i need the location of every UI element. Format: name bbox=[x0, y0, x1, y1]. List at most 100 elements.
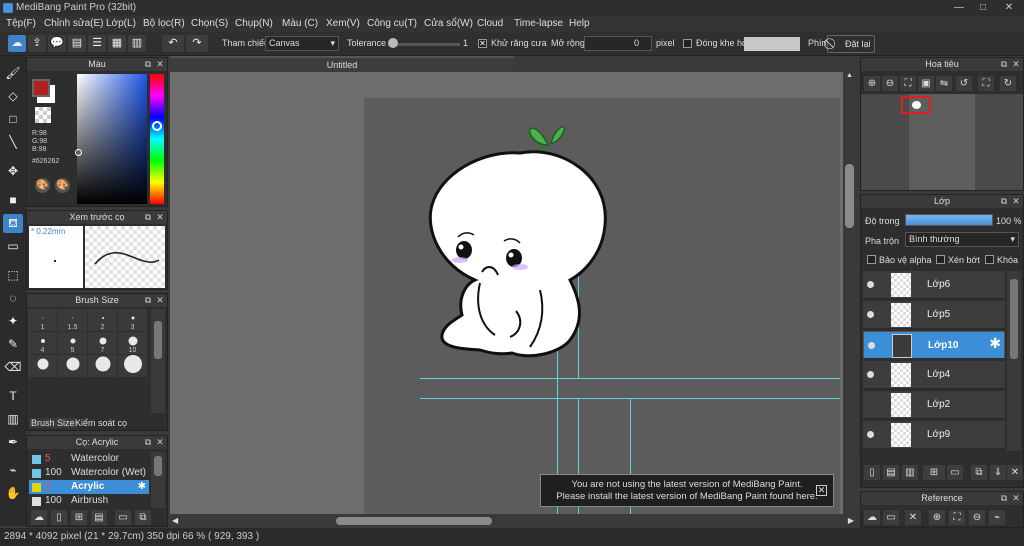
horizontal-scrollbar[interactable]: ◀ ▶ bbox=[170, 514, 856, 528]
move-tool-icon[interactable]: ✥ bbox=[3, 162, 23, 181]
close-icon[interactable]: ✕ bbox=[1011, 59, 1021, 69]
close-icon[interactable]: ✕ bbox=[1011, 196, 1021, 206]
cloud-icon[interactable]: ☁ bbox=[8, 35, 26, 52]
brush-item[interactable]: 100 Airbrush bbox=[29, 494, 151, 506]
brush-size-cell[interactable]: 10 bbox=[118, 332, 147, 354]
eyedropper-tool-icon[interactable]: ✒ bbox=[3, 433, 23, 452]
add-brush-icon[interactable]: ⊞ bbox=[71, 510, 87, 525]
rotate-right-icon[interactable]: ↻ bbox=[1000, 76, 1016, 91]
float-icon[interactable]: ⧉ bbox=[143, 212, 153, 222]
blend-mode-select[interactable]: Bình thường ▾ bbox=[905, 232, 1019, 247]
eraser-tool-icon[interactable]: ◇ bbox=[3, 87, 23, 106]
actual-size-icon[interactable]: ▣ bbox=[918, 76, 934, 91]
document-tab[interactable]: Untitled bbox=[170, 56, 514, 71]
new-halftone-layer-icon[interactable]: ▤ bbox=[883, 465, 899, 480]
brush-size-cell[interactable] bbox=[58, 355, 87, 377]
text-tool-icon[interactable]: T bbox=[3, 387, 23, 406]
grid-icon[interactable]: ▦ bbox=[108, 35, 126, 52]
tab-brush-size[interactable]: Brush Size bbox=[29, 418, 77, 428]
gradient-tool-icon[interactable]: ▭ bbox=[3, 237, 23, 256]
vertical-scroll-thumb[interactable] bbox=[845, 164, 854, 228]
redo-icon[interactable]: ↷ bbox=[186, 35, 208, 52]
menu-select[interactable]: Chọn(S) bbox=[191, 16, 228, 32]
zoom-in-icon[interactable]: ⊕ bbox=[929, 510, 945, 525]
close-icon[interactable]: ✕ bbox=[155, 295, 165, 305]
opacity-slider[interactable] bbox=[905, 214, 993, 226]
layer-row[interactable]: Lớp9 bbox=[863, 421, 1005, 449]
foreground-color-swatch[interactable] bbox=[32, 79, 50, 97]
reference-select[interactable]: Canvas ▾ bbox=[265, 36, 339, 51]
close-icon[interactable]: ✕ bbox=[816, 485, 827, 496]
layer-row[interactable]: Lớp4 bbox=[863, 361, 1005, 389]
menu-view[interactable]: Xem(V) bbox=[326, 16, 360, 32]
expand-input[interactable]: 0 bbox=[584, 36, 652, 51]
layer-row[interactable]: Lớp5 bbox=[863, 301, 1005, 329]
zoom-out-icon[interactable]: ⊖ bbox=[969, 510, 985, 525]
duplicate-icon[interactable]: ⧉ bbox=[971, 465, 987, 480]
brush-size-cell[interactable] bbox=[118, 354, 147, 377]
close-gap-input[interactable] bbox=[744, 37, 800, 51]
visibility-icon[interactable] bbox=[868, 342, 875, 349]
palette-icon[interactable]: 🎨 bbox=[35, 178, 50, 193]
select-eraser-tool-icon[interactable]: ⌫ bbox=[3, 358, 23, 377]
navigator-preview[interactable] bbox=[861, 94, 1023, 190]
gear-icon[interactable]: ✱ bbox=[138, 480, 146, 494]
new-color-layer-icon[interactable]: ▥ bbox=[902, 465, 918, 480]
brush-tool-icon[interactable]: 🖌 bbox=[3, 64, 23, 83]
close-gap-checkbox[interactable] bbox=[683, 39, 692, 48]
layer-scrollbar[interactable] bbox=[1007, 271, 1021, 451]
float-icon[interactable]: ⧉ bbox=[143, 295, 153, 305]
float-icon[interactable]: ⧉ bbox=[143, 59, 153, 69]
menu-help[interactable]: Help bbox=[569, 16, 590, 32]
menu-cloud[interactable]: Cloud bbox=[477, 16, 503, 32]
line-tool-icon[interactable]: ╲ bbox=[3, 133, 23, 152]
navigator-viewport[interactable] bbox=[901, 96, 931, 114]
eyedropper-icon[interactable]: ⌁ bbox=[989, 510, 1005, 525]
menu-layer[interactable]: Lớp(L) bbox=[106, 16, 136, 32]
flip-icon[interactable]: ⇋ bbox=[936, 76, 952, 91]
new-brush-icon[interactable]: ▯ bbox=[51, 510, 67, 525]
brush-size-cell[interactable] bbox=[88, 355, 117, 377]
reset-button[interactable]: ⃠ Đặt lại bbox=[827, 35, 875, 53]
layer-row[interactable]: Lớp2 bbox=[863, 391, 1005, 419]
scroll-left-icon[interactable]: ◀ bbox=[172, 516, 178, 525]
gear-icon[interactable]: ✱ bbox=[989, 336, 1001, 350]
merge-down-icon[interactable]: ⇓ bbox=[990, 465, 1006, 480]
close-icon[interactable]: ✕ bbox=[155, 59, 165, 69]
close-reference-icon[interactable]: ✕ bbox=[905, 510, 921, 525]
share-icon[interactable]: ⇪ bbox=[28, 35, 46, 52]
brush-size-cell[interactable]: 7 bbox=[88, 332, 117, 354]
open-folder-icon[interactable]: ▭ bbox=[883, 510, 899, 525]
antialias-checkbox[interactable]: ✕ bbox=[478, 39, 487, 48]
menu-filter[interactable]: Bộ lọc(R) bbox=[143, 16, 185, 32]
cloud-brush-icon[interactable]: ☁ bbox=[31, 510, 47, 525]
hue-slider-handle[interactable] bbox=[152, 121, 162, 131]
update-notice[interactable]: You are not using the latest version of … bbox=[540, 474, 834, 507]
float-icon[interactable]: ⧉ bbox=[999, 493, 1009, 503]
close-icon[interactable]: ✕ bbox=[155, 212, 165, 222]
brush-size-cell[interactable]: 5 bbox=[58, 332, 87, 354]
float-icon[interactable]: ⧉ bbox=[143, 437, 153, 447]
menu-edit[interactable]: Chỉnh sửa(E) bbox=[44, 16, 104, 32]
palette-add-icon[interactable]: 🎨 bbox=[55, 178, 70, 193]
hand-tool-icon[interactable]: ✋ bbox=[3, 484, 23, 503]
brush-size-cell[interactable]: 3 bbox=[118, 309, 147, 331]
undo-icon[interactable]: ↶ bbox=[162, 35, 184, 52]
transparent-color-swatch[interactable] bbox=[35, 107, 51, 123]
brush-size-scrollbar[interactable] bbox=[151, 309, 165, 413]
float-icon[interactable]: ⧉ bbox=[999, 59, 1009, 69]
brush-list-scrollbar[interactable] bbox=[151, 452, 165, 508]
document-icon[interactable]: ▤ bbox=[68, 35, 86, 52]
speech-bubble-icon[interactable]: 💬 bbox=[48, 35, 66, 52]
fullscreen-icon[interactable]: ⛶ bbox=[978, 76, 994, 91]
layers-icon[interactable]: ▥ bbox=[128, 35, 146, 52]
zoom-out-icon[interactable]: ⊖ bbox=[882, 76, 898, 91]
lock-checkbox[interactable] bbox=[985, 255, 994, 264]
zoom-in-icon[interactable]: ⊕ bbox=[864, 76, 880, 91]
cloud-icon[interactable]: ☁ bbox=[864, 510, 880, 525]
brush-size-cell[interactable]: 1.5 bbox=[58, 309, 87, 331]
fill-rect-tool-icon[interactable]: ■ bbox=[3, 191, 23, 210]
rotate-left-icon[interactable]: ↺ bbox=[956, 76, 972, 91]
visibility-icon[interactable] bbox=[867, 371, 874, 378]
folder-icon[interactable]: ▭ bbox=[115, 510, 131, 525]
